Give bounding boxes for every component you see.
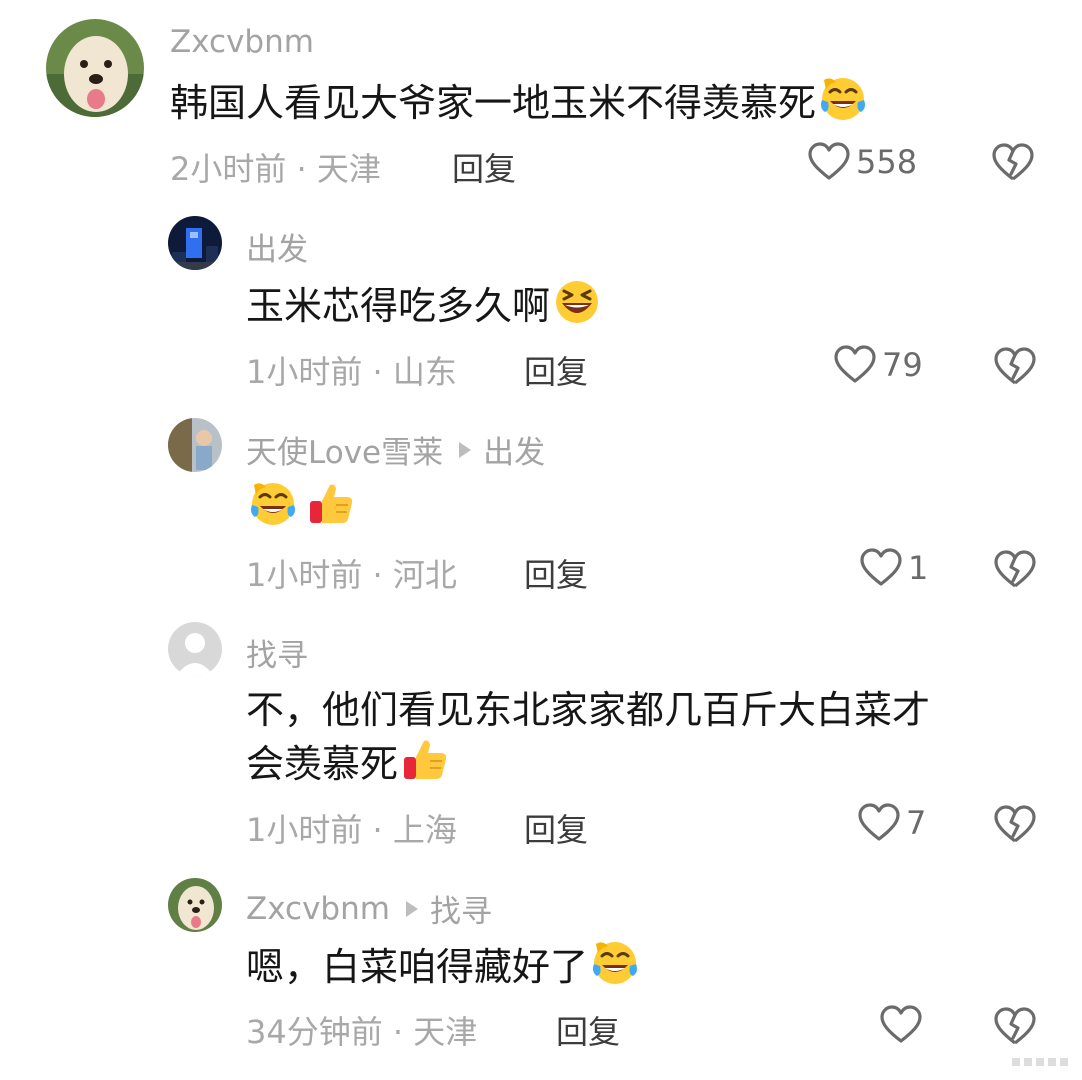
heart-icon [808, 142, 850, 182]
username[interactable]: Zxcvbnm 找寻 [246, 886, 492, 931]
timestamp: 1小时前 [246, 556, 363, 594]
like-count: 558 [856, 143, 918, 181]
comment-meta: 2小时前 · 天津 [170, 144, 381, 190]
timestamp: 1小时前 [246, 811, 363, 849]
reply-button[interactable]: 回复 [524, 805, 588, 851]
location: 山东 [392, 353, 457, 391]
dislike-button[interactable] [992, 142, 1034, 184]
username-label: Zxcvbnm [246, 890, 390, 927]
comment-text: 玉米芯得吃多久啊 [246, 276, 602, 336]
avatar[interactable] [168, 878, 222, 932]
comment-text-content: 韩国人看见大爷家一地玉米不得羡慕死 [170, 81, 817, 125]
comment-text [246, 478, 356, 538]
timestamp: 2小时前 [170, 150, 287, 188]
location: 天津 [413, 1013, 478, 1051]
comment-meta: 1小时前 · 山东 [246, 347, 457, 393]
comment-text: 不，他们看见东北家家都几百斤大白菜才 [246, 680, 930, 740]
thumbs-up-emoji-icon [400, 735, 450, 785]
dislike-button[interactable] [994, 346, 1036, 388]
like-button[interactable]: 1 [860, 548, 928, 588]
username-label: 出发 [246, 232, 308, 268]
comment-text-line: 不，他们看见东北家家都几百斤大白菜才 [246, 688, 931, 732]
reply-button[interactable]: 回复 [452, 144, 516, 190]
username[interactable]: 出发 [246, 224, 308, 269]
comment-meta: 1小时前 · 上海 [246, 805, 457, 851]
comment-text: 会羡慕死 [246, 734, 450, 794]
like-count: 1 [908, 549, 929, 587]
meta-separator: · [362, 811, 393, 849]
laughing-tears-emoji-icon [818, 74, 868, 124]
avatar[interactable] [168, 216, 222, 270]
meta-separator: · [286, 150, 317, 188]
avatar[interactable] [168, 622, 222, 676]
heart-icon [858, 803, 900, 843]
like-button[interactable]: 7 [858, 803, 926, 843]
reply-button[interactable]: 回复 [524, 347, 588, 393]
timestamp: 34分钟前 [246, 1013, 383, 1051]
dislike-button[interactable] [994, 1006, 1036, 1048]
like-count: 79 [882, 346, 923, 384]
comment-text-content: 嗯，白菜咱得藏好了 [246, 945, 589, 989]
broken-heart-icon [994, 346, 1036, 388]
avatar[interactable] [168, 418, 222, 472]
meta-separator: · [362, 556, 393, 594]
username-label: Zxcvbnm [170, 24, 314, 60]
reply-arrow-icon [459, 441, 472, 458]
avatar[interactable] [46, 19, 144, 117]
reply-button[interactable]: 回复 [556, 1007, 620, 1053]
laughing-tears-emoji-icon [248, 479, 298, 529]
heart-icon [880, 1005, 922, 1045]
grinning-squint-emoji-icon [552, 277, 602, 327]
like-count: 7 [906, 804, 927, 842]
dislike-button[interactable] [994, 549, 1036, 591]
watermark-logo-icon [1012, 1058, 1068, 1066]
like-button[interactable]: 79 [834, 345, 923, 385]
comment-meta: 1小时前 · 河北 [246, 550, 457, 596]
broken-heart-icon [994, 549, 1036, 591]
comment-text-line: 会羡慕死 [246, 742, 399, 786]
meta-separator: · [362, 353, 393, 391]
broken-heart-icon [992, 142, 1034, 184]
reply-button[interactable]: 回复 [524, 550, 588, 596]
dislike-button[interactable] [994, 804, 1036, 846]
like-button[interactable]: 558 [808, 142, 917, 182]
location: 河北 [392, 556, 457, 594]
comment-text: 嗯，白菜咱得藏好了 [246, 937, 640, 997]
thumbs-up-emoji-icon [306, 479, 356, 529]
location: 天津 [316, 150, 381, 188]
comment-text: 韩国人看见大爷家一地玉米不得羡慕死 [170, 73, 868, 133]
username-label: 天使Love雪莱 [246, 435, 444, 471]
like-button[interactable] [880, 1005, 928, 1045]
reply-to-username: 找寻 [429, 894, 492, 930]
timestamp: 1小时前 [246, 353, 363, 391]
comment-text-content: 玉米芯得吃多久啊 [246, 284, 551, 328]
username[interactable]: 天使Love雪莱 出发 [246, 427, 545, 472]
heart-icon [834, 345, 876, 385]
username[interactable]: Zxcvbnm [170, 24, 314, 60]
location: 上海 [392, 811, 457, 849]
heart-icon [860, 548, 902, 588]
reply-arrow-icon [405, 900, 418, 917]
comment-meta: 34分钟前 · 天津 [246, 1007, 477, 1053]
meta-separator: · [382, 1013, 414, 1051]
broken-heart-icon [994, 804, 1036, 846]
laughing-tears-emoji-icon [590, 938, 640, 988]
broken-heart-icon [994, 1006, 1036, 1048]
reply-to-username: 出发 [483, 435, 546, 471]
username-label: 找寻 [246, 638, 308, 674]
username[interactable]: 找寻 [246, 630, 308, 675]
